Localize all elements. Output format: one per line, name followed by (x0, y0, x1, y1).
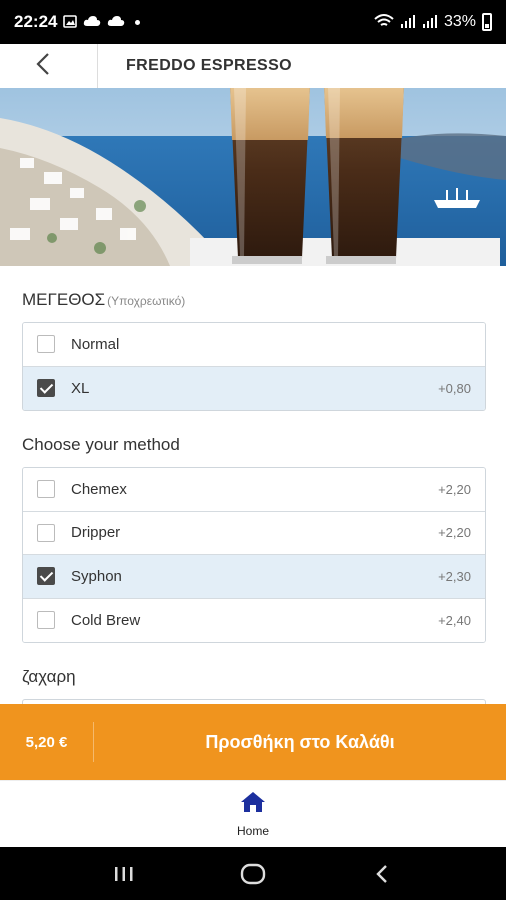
section-title-method-text: Choose your method (22, 435, 180, 454)
section-title-sugar: ζαχαρη (22, 667, 484, 687)
add-to-cart-button[interactable]: Προσθήκη στο Καλάθι (94, 732, 506, 753)
status-right: 33% (374, 13, 492, 31)
back-button[interactable] (0, 44, 98, 88)
option-label-chemex: Chemex (71, 480, 127, 498)
checkbox-cold-brew[interactable] (37, 611, 55, 630)
section-title-size: ΜΕΓΕΘΟΣ (Υποχρεωτικό) (22, 290, 484, 310)
section-title-sugar-text: ζαχαρη (22, 667, 76, 686)
option-row-xl[interactable]: XL +0,80 (23, 366, 485, 410)
header: FREDDO ESPRESSO (0, 44, 506, 88)
cloud-alt-icon (107, 15, 125, 29)
battery-icon (482, 13, 492, 31)
image-notification-icon (63, 14, 78, 30)
add-to-cart-bar: 5,20 € Προσθήκη στο Καλάθι (0, 704, 506, 780)
product-image (0, 88, 506, 266)
option-row-dripper[interactable]: Dripper +2,20 (23, 511, 485, 555)
recent-apps-button[interactable] (104, 854, 144, 894)
battery-percent: 33% (443, 13, 476, 30)
signal-icon (400, 14, 416, 30)
wifi-icon (374, 13, 394, 31)
checkbox-dripper[interactable] (37, 523, 55, 542)
checkbox-chemex[interactable] (37, 480, 55, 499)
section-title-method: Choose your method (22, 435, 484, 455)
option-label-xl: XL (71, 379, 90, 397)
option-label-cold-brew: Cold Brew (71, 611, 141, 629)
back-system-button[interactable] (362, 854, 402, 894)
method-option-list: Chemex +2,20 Dripper +2,20 Syphon +2,30 … (22, 467, 486, 643)
status-time: 22:24 (14, 12, 58, 31)
nav-home-label: Home (236, 823, 269, 838)
option-label-dripper: Dripper (71, 524, 121, 542)
required-hint: (Υποχρεωτικό) (107, 294, 186, 308)
notification-dot-icon (135, 19, 141, 25)
home-icon (240, 791, 266, 818)
status-bar: 22:24 33% (0, 0, 506, 44)
option-label-normal: Normal (71, 335, 120, 353)
size-option-list: Normal XL +0,80 (22, 322, 486, 411)
checkbox-syphon[interactable] (37, 567, 55, 586)
option-price-cold-brew: +2,40 (438, 612, 471, 628)
section-title-size-text: ΜΕΓΕΘΟΣ (22, 290, 106, 309)
nav-home[interactable]: Home (237, 791, 269, 838)
cart-total: 5,20 € (0, 722, 94, 762)
option-price-chemex: +2,20 (438, 481, 471, 497)
option-row-chemex[interactable]: Chemex +2,20 (23, 468, 485, 512)
home-system-button[interactable] (233, 854, 273, 894)
signal-secondary-icon (422, 14, 438, 30)
option-price-syphon: +2,30 (438, 568, 471, 584)
bottom-nav: Home (0, 780, 506, 847)
cloud-icon (83, 15, 101, 29)
option-label-syphon: Syphon (71, 567, 122, 585)
page-title: FREDDO ESPRESSO (126, 57, 293, 74)
option-row-normal[interactable]: Normal (23, 323, 485, 367)
checkbox-xl[interactable] (37, 379, 55, 398)
option-price-xl: +0,80 (438, 380, 471, 396)
status-left: 22:24 (14, 12, 141, 32)
option-row-syphon[interactable]: Syphon +2,30 (23, 555, 485, 599)
checkbox-normal[interactable] (37, 335, 55, 354)
options-content[interactable]: ΜΕΓΕΘΟΣ (Υποχρεωτικό) Normal XL +0,80 Cho… (0, 266, 506, 704)
option-row-cold-brew[interactable]: Cold Brew +2,40 (23, 598, 485, 642)
option-price-dripper: +2,20 (438, 525, 471, 541)
system-nav-bar (0, 847, 506, 900)
chevron-left-icon (36, 52, 50, 81)
